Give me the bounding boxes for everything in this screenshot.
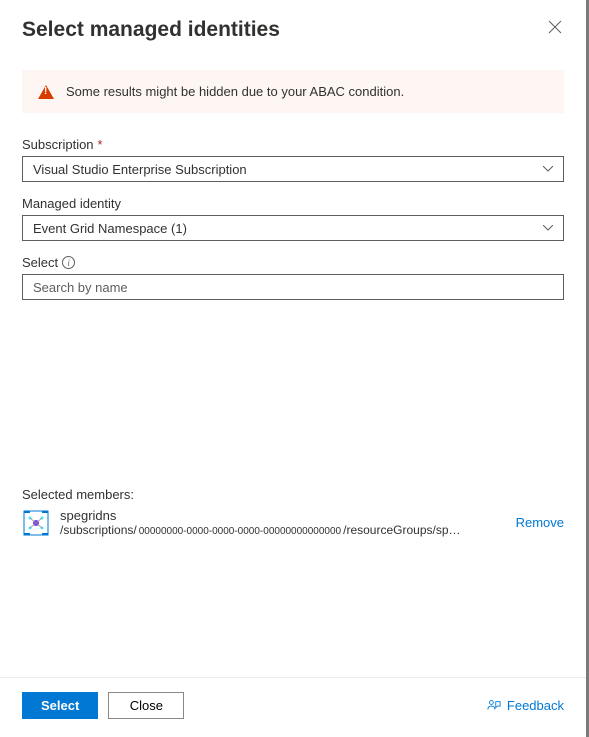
select-label: Select	[22, 255, 58, 270]
search-input[interactable]	[22, 274, 564, 300]
member-name: spegridns	[60, 508, 506, 523]
warning-icon	[38, 85, 54, 99]
managed-identity-label: Managed identity	[22, 196, 121, 211]
close-icon[interactable]	[546, 18, 564, 40]
subscription-value: Visual Studio Enterprise Subscription	[33, 162, 247, 177]
feedback-icon	[487, 699, 501, 713]
remove-link[interactable]: Remove	[516, 515, 564, 530]
subscription-dropdown[interactable]: Visual Studio Enterprise Subscription	[22, 156, 564, 182]
alert-message: Some results might be hidden due to your…	[66, 84, 404, 99]
selected-members-label: Selected members:	[22, 487, 564, 502]
managed-identity-value: Event Grid Namespace (1)	[33, 221, 187, 236]
managed-identity-dropdown[interactable]: Event Grid Namespace (1)	[22, 215, 564, 241]
required-indicator: *	[98, 137, 103, 152]
chevron-down-icon	[543, 166, 553, 172]
selected-member-row: spegridns /subscriptions/ 00000000-0000-…	[22, 508, 564, 537]
chevron-down-icon	[543, 225, 553, 231]
subscription-label: Subscription	[22, 137, 94, 152]
member-path: /subscriptions/ 00000000-0000-0000-0000-…	[60, 523, 506, 537]
event-grid-namespace-icon	[22, 509, 50, 537]
select-button[interactable]: Select	[22, 692, 98, 719]
info-icon[interactable]: i	[62, 256, 75, 269]
close-button[interactable]: Close	[108, 692, 184, 719]
feedback-link[interactable]: Feedback	[487, 698, 564, 713]
panel-title: Select managed identities	[22, 18, 280, 42]
abac-warning-alert: Some results might be hidden due to your…	[22, 70, 564, 113]
